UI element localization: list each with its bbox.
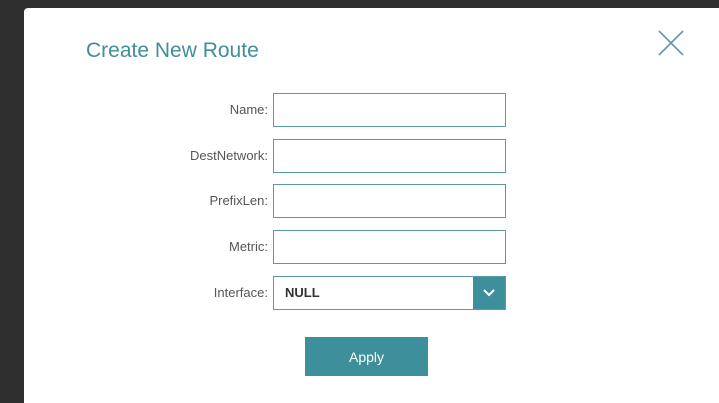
dialog-title: Create New Route — [86, 39, 259, 62]
name-label: Name: — [229, 102, 268, 117]
interface-label: Interface: — [213, 285, 268, 300]
dest-network-input[interactable] — [273, 139, 506, 173]
dest-network-row: DestNetwork: — [24, 139, 719, 173]
prefix-len-row: PrefixLen: — [24, 184, 719, 218]
prefix-len-input[interactable] — [273, 184, 506, 218]
interface-row: Interface: NULL — [24, 276, 719, 310]
name-input[interactable] — [273, 93, 506, 127]
metric-label: Metric: — [229, 239, 268, 254]
name-row: Name: — [24, 93, 719, 127]
interface-dropdown-toggle[interactable] — [473, 277, 505, 309]
apply-button[interactable]: Apply — [305, 337, 428, 376]
prefix-len-label: PrefixLen: — [209, 193, 268, 208]
metric-row: Metric: — [24, 230, 719, 264]
close-button[interactable] — [656, 28, 686, 58]
close-icon — [658, 30, 684, 56]
create-route-dialog: Create New Route Name: DestNetwork: Pref… — [24, 8, 719, 403]
interface-selected-value: NULL — [285, 285, 320, 300]
metric-input[interactable] — [273, 230, 506, 264]
dest-network-label: DestNetwork: — [189, 148, 268, 163]
chevron-down-icon — [483, 289, 495, 297]
interface-select[interactable]: NULL — [273, 276, 506, 310]
